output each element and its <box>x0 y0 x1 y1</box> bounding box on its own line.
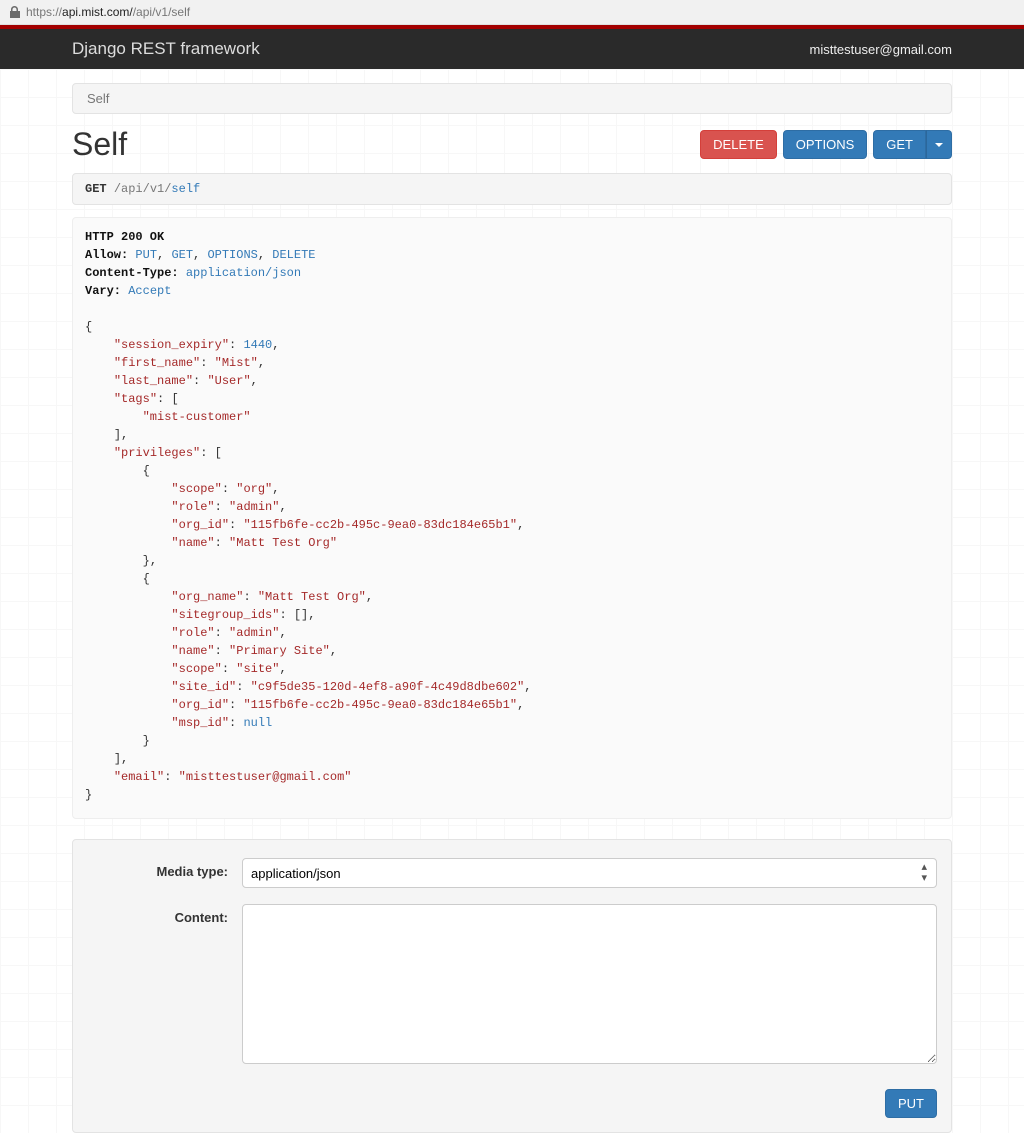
content-label: Content: <box>87 904 242 1067</box>
put-form: Media type: application/json ▴▾ Content: <box>72 839 952 1133</box>
put-button[interactable]: PUT <box>885 1089 937 1118</box>
request-path-prefix: /api/v1/ <box>114 182 172 196</box>
media-type-label: Media type: <box>87 858 242 888</box>
breadcrumb: Self <box>72 83 952 114</box>
get-button[interactable]: GET <box>873 130 926 159</box>
browser-address-bar: https://api.mist.com//api/v1/self <box>0 0 1024 25</box>
request-method: GET <box>85 182 107 196</box>
get-dropdown-button[interactable] <box>926 130 952 159</box>
brand-link[interactable]: Django REST framework <box>72 39 260 59</box>
breadcrumb-item[interactable]: Self <box>87 91 109 106</box>
response-body: HTTP 200 OK Allow: PUT, GET, OPTIONS, DE… <box>72 217 952 819</box>
options-button[interactable]: OPTIONS <box>783 130 868 159</box>
content-textarea[interactable] <box>242 904 937 1064</box>
navbar: Django REST framework misttestuser@gmail… <box>0 29 1024 69</box>
request-path-leaf: self <box>171 182 200 196</box>
chevron-down-icon <box>935 143 943 147</box>
url-host: api.mist.com/ <box>62 5 133 19</box>
lock-icon <box>10 6 20 18</box>
action-buttons: DELETE OPTIONS GET <box>700 130 952 159</box>
navbar-user[interactable]: misttestuser@gmail.com <box>809 42 952 57</box>
url-scheme: https:// <box>26 5 62 19</box>
page-title: Self <box>72 126 127 163</box>
delete-button[interactable]: DELETE <box>700 130 777 159</box>
media-type-select[interactable]: application/json <box>242 858 937 888</box>
request-line: GET /api/v1/self <box>72 173 952 205</box>
url-path: /api/v1/self <box>133 5 190 19</box>
